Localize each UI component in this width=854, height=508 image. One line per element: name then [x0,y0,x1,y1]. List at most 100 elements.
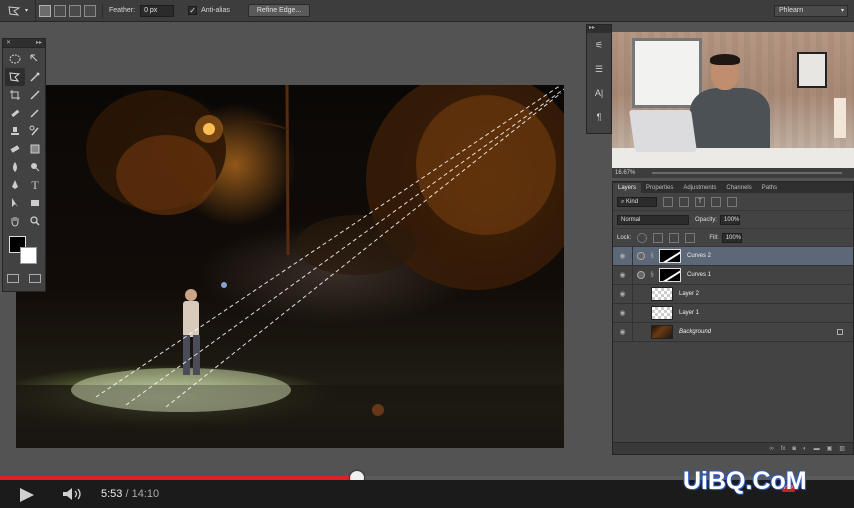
fill-label: Fill: [709,234,719,241]
magic-wand-tool[interactable] [25,68,45,86]
instructor-webcam [612,32,854,168]
lock-position-icon[interactable] [669,232,680,243]
crop-tool[interactable] [5,86,25,104]
brush-settings-icon[interactable]: ⚟ [587,33,611,57]
layer-row-background[interactable]: ◉ Background [613,322,853,342]
stamp-icon [11,127,19,135]
blur-icon [13,162,17,172]
paragraph-icon[interactable]: ¶ [587,105,611,129]
eyedropper-tool[interactable] [25,86,45,104]
layers-panel: Layers Properties Adjustments Channels P… [612,181,854,455]
brush-tool[interactable] [25,104,45,122]
filter-type-icon[interactable]: T [695,196,705,207]
move-tool[interactable] [25,50,45,68]
quick-mask-button[interactable] [7,274,19,283]
filter-smart-object-icon[interactable] [727,196,737,207]
hand-tool[interactable] [5,212,25,230]
fill-input[interactable]: 100% [721,232,742,243]
history-brush-tool[interactable] [25,122,45,140]
layer-row-curves-1[interactable]: ◉ § Curves 1 [613,265,853,285]
workspace-select[interactable]: Phlearn ▾ [774,5,848,17]
background-color-swatch[interactable] [20,247,37,264]
close-icon[interactable]: ✕ [6,39,11,47]
magnifier-icon [30,216,40,226]
shape-tool[interactable] [25,194,45,212]
options-bar: ▾ Feather: 0 px ✓ Anti-alias Refine Edge… [0,0,854,22]
layer-thumbnail [651,306,673,320]
refine-edge-button[interactable]: Refine Edge... [247,4,311,17]
trash-icon[interactable]: ▥ [839,445,845,452]
clone-stamp-tool[interactable] [5,122,25,140]
volume-icon[interactable] [62,487,84,501]
new-layer-icon[interactable]: ▣ [827,445,833,452]
subtract-selection-mode-button[interactable] [69,4,81,17]
add-selection-mode-button[interactable] [54,4,66,17]
zoom-slider[interactable] [652,172,842,174]
eye-icon[interactable]: ◉ [613,303,633,323]
eraser-tool[interactable] [5,140,25,158]
time-display: 5:53 / 14:10 [101,488,159,500]
tool-preset-picker[interactable]: ▾ [0,0,36,22]
layer-row-layer-1[interactable]: ◉ Layer 1 [613,303,853,323]
type-tool[interactable]: T [25,176,45,194]
marquee-tool[interactable] [5,50,25,68]
lasso-tool[interactable] [5,68,25,86]
tab-adjustments[interactable]: Adjustments [678,183,721,193]
layer-mask-thumbnail[interactable] [659,249,681,263]
new-group-icon[interactable]: ▬ [814,446,820,452]
side-panel-collapse-icon[interactable]: ▸▸ [587,25,611,33]
new-selection-mode-button[interactable] [39,4,51,17]
eye-icon[interactable]: ◉ [613,265,633,285]
intersect-selection-mode-button[interactable] [84,4,96,17]
path-selection-tool[interactable] [5,194,25,212]
feather-input[interactable]: 0 px [140,4,175,17]
tab-properties[interactable]: Properties [641,183,678,193]
lock-transparency-icon[interactable] [637,232,648,243]
pen-tool[interactable] [5,176,25,194]
layer-thumbnail [651,287,673,301]
lock-all-icon[interactable] [685,232,696,243]
filter-pixel-icon[interactable] [663,196,673,207]
screen-mode-button[interactable] [29,274,41,283]
link-icon[interactable]: § [649,253,655,259]
layer-name: Curves 1 [687,272,712,278]
tab-paths[interactable]: Paths [757,183,782,193]
filter-shape-icon[interactable] [711,196,721,207]
link-icon[interactable]: § [649,272,655,278]
layer-mask-thumbnail[interactable] [659,268,681,282]
lock-icon[interactable] [837,329,843,335]
link-layers-icon[interactable]: ∞ [769,446,773,452]
collapse-icon[interactable]: ▸▸ [36,39,42,47]
opacity-input[interactable]: 100% [720,214,741,225]
curves-adjustment-icon [637,271,645,279]
healing-brush-tool[interactable] [5,104,25,122]
side-panel-dock: ▸▸ ⚟ ☰ A| ¶ [586,24,612,134]
play-icon[interactable] [20,488,34,502]
eye-icon[interactable]: ◉ [613,246,633,266]
filter-kind-select[interactable]: ⌕ Kind [617,196,657,207]
tab-channels[interactable]: Channels [721,183,756,193]
eye-icon[interactable]: ◉ [613,322,633,342]
filter-adjustment-icon[interactable] [679,196,689,207]
dodge-tool[interactable] [25,158,45,176]
document-canvas[interactable] [16,85,564,448]
layer-row-curves-2[interactable]: ◉ § Curves 2 [613,246,853,266]
character-icon[interactable]: A| [587,81,611,105]
layer-comps-icon[interactable]: ☰ [587,57,611,81]
tab-layers[interactable]: Layers [613,183,642,193]
tools-panel-header[interactable]: ✕ ▸▸ [3,39,45,48]
lock-pixels-icon[interactable] [653,232,664,243]
zoom-level: 16.67% [615,170,636,176]
layer-name: Layer 2 [679,291,700,297]
blend-mode-select[interactable]: Normal [617,214,689,225]
tree-right-glow [416,95,556,235]
layer-style-icon[interactable]: fx [781,446,786,452]
add-mask-icon[interactable]: ◙ [792,446,796,452]
blur-tool[interactable] [5,158,25,176]
zoom-tool[interactable] [25,212,45,230]
new-adjustment-icon[interactable]: ◐ [803,446,807,452]
antialias-checkbox[interactable]: ✓ [188,6,198,15]
gradient-tool[interactable] [25,140,45,158]
eye-icon[interactable]: ◉ [613,284,633,304]
layer-row-layer-2[interactable]: ◉ Layer 2 [613,284,853,304]
